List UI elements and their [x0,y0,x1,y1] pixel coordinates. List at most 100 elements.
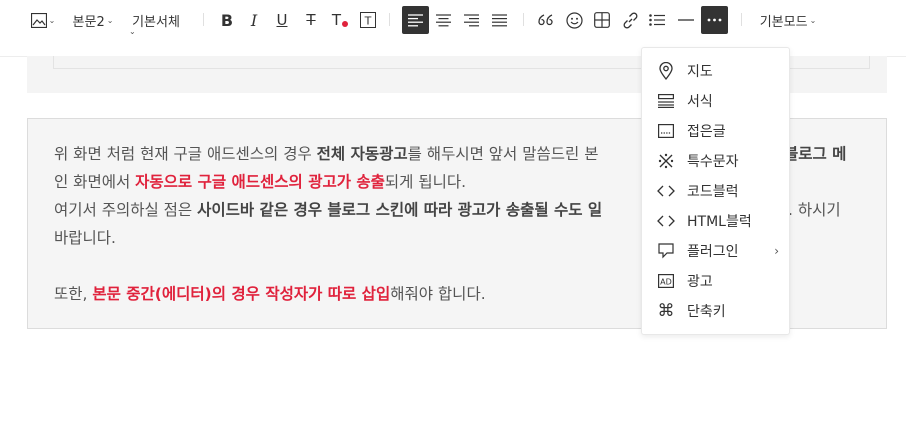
paragraph-line-end: . 하시기 [788,196,841,224]
table-button[interactable] [593,0,611,40]
font-dropdown[interactable]: 기본서체 [128,0,184,40]
command-icon: ⌘ [657,300,675,321]
toolbar-divider [203,13,204,26]
chevron-down-icon: ⌄ [809,15,817,25]
italic-icon: I [250,10,258,30]
align-center-icon [435,13,451,26]
bold-text: 사이드바 같은 경우 블로그 스킨에 따라 광고가 송출될 수도 일 [197,201,603,219]
menu-item-map[interactable]: 지도 [642,56,789,86]
text-span: 바랍니다. [54,229,116,247]
toolbar-divider [741,13,742,26]
text-span: 위 화면 처럼 현재 구글 애드센스의 경우 [54,145,317,163]
text-span: 인 화면에서 [54,173,136,191]
chevron-down-icon: ⌄ [129,27,136,36]
fold-icon [658,124,674,138]
code-icon [657,185,675,197]
chevron-down-icon: ⌄ [106,15,114,25]
paragraph-line: 인 화면에서 자동으로 구글 애드센스의 광고가 송출되게 됩니다. [54,168,466,196]
template-icon [658,94,674,108]
map-pin-icon [659,62,673,80]
highlight-text: 본문 중간(에디터)의 경우 작성자가 따로 삽입 [92,285,391,303]
bold-text: 블로그 메 [784,145,847,163]
svg-text:AD: AD [660,278,672,287]
horizontal-rule-icon [678,19,694,21]
align-justify-button[interactable] [490,0,508,40]
highlight-text: 자동으로 구글 애드센스의 광고가 송출 [135,173,385,191]
text-span: 되게 됩니다. [384,173,467,191]
paragraph-style-label: 본문2 [72,14,105,30]
underline-button[interactable]: U [273,0,291,40]
special-char-icon [658,153,674,169]
link-button[interactable] [621,0,639,40]
link-icon [623,12,637,28]
toolbar-divider [523,13,524,26]
italic-button[interactable]: I [246,0,262,40]
menu-item-special-char[interactable]: 특수문자 [642,146,789,176]
menu-item-html[interactable]: HTML블럭 [642,206,789,236]
align-right-button[interactable] [462,0,480,40]
menu-item-template[interactable]: 서식 [642,86,789,116]
align-center-button[interactable] [434,0,452,40]
align-left-button[interactable] [402,6,429,34]
menu-item-label: 플러그인 [687,244,739,260]
text-span: 여기서 주의하실 점은 [54,201,198,219]
paragraph-line: 위 화면 처럼 현재 구글 애드센스의 경우 전체 자동광고를 해두시면 앞서 … [54,140,598,168]
strikethrough-icon: T [306,11,316,29]
text-span: 해줘야 합니다. [390,285,486,303]
bold-text: 전체 자동광고 [316,145,408,163]
text-background-icon: T [360,12,376,28]
strikethrough-button[interactable]: T [302,0,320,40]
more-button[interactable] [701,6,728,34]
text-span: 또한, [54,285,93,303]
quote-icon [538,14,553,26]
menu-item-label: HTML블럭 [687,214,752,230]
more-icon [707,18,722,22]
menu-item-label: 특수문자 [687,154,739,170]
menu-item-label: 서식 [687,94,713,110]
image-icon [30,12,47,28]
text-color-button[interactable]: T [330,0,350,40]
image-insert-button[interactable]: ⌄ [30,0,56,40]
text-span: 를 해두시면 앞서 말씀드린 본 [407,145,599,163]
paragraph-line: 바랍니다. [54,224,116,252]
paragraph-line: 또한, 본문 중간(에디터)의 경우 작성자가 따로 삽입해줘야 합니다. [54,280,486,308]
underline-icon: U [276,11,288,29]
paragraph-line-end: 블로그 메 [784,140,846,168]
bold-button[interactable]: B [218,0,236,40]
menu-item-label: 단축키 [687,304,726,320]
plugin-icon [658,243,674,259]
align-right-icon [463,13,479,26]
svg-text:T: T [364,15,372,28]
font-label: 기본서체 [132,14,180,30]
chevron-right-icon: › [774,244,779,258]
paragraph-style-dropdown[interactable]: 본문2 ⌄ [70,0,116,40]
chevron-down-icon: ⌄ [48,15,56,25]
menu-item-shortcut[interactable]: ⌘ 단축키 [642,296,789,326]
menu-item-label: 지도 [687,64,713,80]
menu-item-code[interactable]: 코드블럭 [642,176,789,206]
editor-toolbar: ⌄ 본문2 ⌄ 기본서체 ⌄ B I U T T T 기본모드 ⌄ [0,0,906,40]
more-menu: 지도 서식 접은글 특수문자 코드블럭 HTML블럭 플러그인 › AD 광고 … [641,47,790,335]
quote-button[interactable] [537,0,555,40]
text-background-button[interactable]: T [359,0,377,40]
menu-item-ad[interactable]: AD 광고 [642,266,789,296]
horizontal-rule-button[interactable] [677,0,695,40]
toolbar-divider [389,13,390,26]
emoji-icon [565,11,583,29]
paragraph-line: 여기서 주의하실 점은 사이드바 같은 경우 블로그 스킨에 따라 광고가 송출… [54,196,602,224]
menu-item-plugin[interactable]: 플러그인 › [642,236,789,266]
mode-dropdown[interactable]: 기본모드 ⌄ [757,0,819,40]
menu-item-label: 광고 [687,274,713,290]
html-icon [657,215,675,227]
text-span: . 하시기 [788,201,841,219]
mode-label: 기본모드 [759,14,808,30]
menu-item-fold[interactable]: 접은글 [642,116,789,146]
text-color-icon: T [331,11,342,29]
bold-icon: B [220,10,234,30]
emoji-button[interactable] [565,0,583,40]
table-icon [594,12,610,28]
align-left-icon [408,13,423,26]
list-icon [649,14,665,26]
menu-item-label: 접은글 [687,124,726,140]
list-button[interactable] [648,0,666,40]
